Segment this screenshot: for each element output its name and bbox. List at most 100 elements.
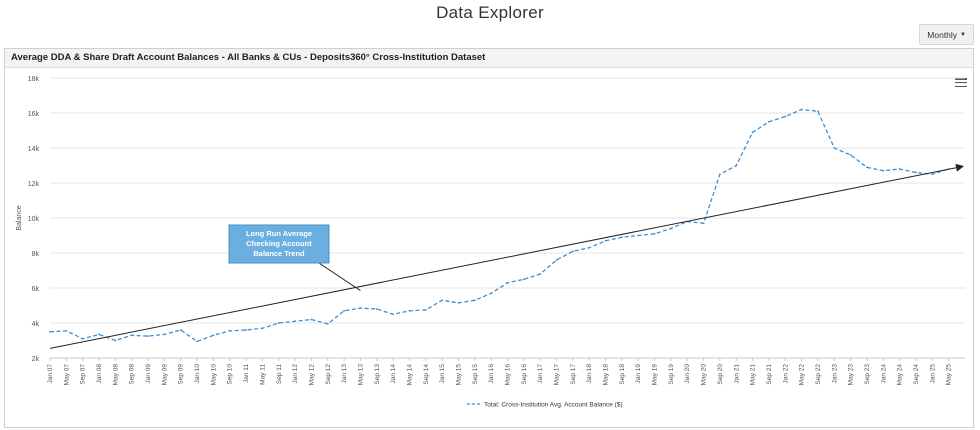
data-point [849, 154, 852, 156]
data-point [506, 281, 509, 284]
series-line [49, 108, 949, 343]
x-tick-label: Jan 24 [880, 364, 887, 384]
y-tick-label: 6k [32, 286, 40, 293]
data-point [653, 232, 656, 235]
x-tick-label: May 17 [554, 364, 561, 386]
x-tick-label: Jan 16 [488, 364, 495, 384]
data-point [130, 334, 133, 337]
x-tick-label: Sep 09 [178, 364, 185, 385]
x-tick-label: Sep 07 [80, 364, 87, 385]
data-point [424, 308, 427, 311]
x-tick-label: Jan 23 [831, 364, 838, 384]
x-tick-label: Sep 18 [619, 364, 626, 385]
data-point [555, 259, 558, 261]
x-tick-label: May 09 [161, 364, 168, 386]
x-tick-label: May 23 [848, 364, 855, 386]
trendline [49, 163, 964, 349]
x-tick-label: Jan 08 [96, 364, 103, 384]
x-tick-label: Sep 19 [668, 364, 675, 385]
data-point [784, 115, 787, 118]
y-axis-label: Balance [16, 205, 23, 230]
data-point [228, 329, 231, 332]
data-point [604, 239, 607, 242]
x-tick-label: Sep 12 [325, 364, 332, 385]
data-point [866, 166, 868, 169]
x-tick-label: Jan 20 [684, 364, 691, 384]
data-point [65, 329, 68, 332]
x-tick-label: Sep 10 [227, 364, 234, 385]
data-point [931, 173, 934, 176]
data-point [245, 329, 247, 331]
x-tick-label: May 16 [505, 364, 512, 386]
x-tick-label: Jan 10 [194, 364, 201, 384]
x-tick-label: Jan 11 [243, 364, 250, 383]
data-point [326, 322, 329, 325]
x-tick-label: May 18 [603, 364, 610, 386]
x-tick-label: Sep 20 [717, 364, 724, 385]
data-point [898, 168, 901, 170]
x-tick-label: Sep 16 [521, 364, 528, 385]
annotation-text-line: Balance Trend [253, 249, 305, 258]
data-point [669, 227, 672, 230]
data-point [751, 131, 754, 134]
x-tick-label: Sep 08 [129, 364, 136, 385]
data-point [473, 299, 476, 302]
x-tick-label: May 11 [259, 364, 266, 385]
data-point [768, 120, 770, 123]
data-point [800, 108, 803, 111]
data-point [620, 236, 623, 239]
data-point [359, 307, 362, 310]
y-tick-label: 10k [28, 216, 40, 223]
x-tick-label: May 25 [946, 364, 953, 386]
x-tick-label: Jan 25 [929, 364, 936, 384]
x-tick-label: Sep 17 [570, 364, 577, 385]
data-point [392, 313, 395, 316]
x-tick-label: Sep 13 [374, 364, 381, 385]
x-tick-label: May 08 [112, 364, 119, 386]
x-tick-label: May 19 [652, 364, 659, 386]
y-tick-label: 16k [28, 111, 40, 118]
data-point [81, 337, 84, 340]
data-point [294, 320, 296, 323]
data-point [196, 340, 198, 343]
data-point [522, 278, 525, 281]
x-tick-label: Jan 17 [537, 364, 544, 384]
data-point [915, 171, 917, 174]
x-tick-label: May 10 [210, 364, 217, 386]
y-tick-label: 12k [28, 181, 40, 188]
x-tick-label: Sep 21 [766, 364, 773, 385]
data-point [735, 164, 738, 167]
x-tick-label: May 24 [897, 364, 904, 386]
data-point [261, 327, 264, 330]
data-point [375, 308, 378, 310]
data-point [441, 299, 444, 302]
data-point [408, 309, 411, 312]
x-tick-label: Jan 19 [635, 364, 642, 384]
y-tick-label: 4k [32, 321, 40, 328]
y-tick-label: 8k [32, 251, 40, 258]
line-chart: 2k 4k 6k 8k 10k 12k 14k 16k 18k Balance Jan 07 May … [16, 76, 965, 409]
x-tick-label: Sep 24 [913, 364, 920, 385]
annotation-text-line: Long Run Average [246, 229, 312, 238]
data-point [702, 222, 705, 225]
data-point [719, 173, 721, 176]
x-tick-label: Jan 18 [586, 364, 593, 384]
data-point [343, 309, 346, 312]
annotation-pointer [318, 262, 361, 292]
x-tick-label: May 14 [406, 364, 413, 386]
y-tick-label: 18k [28, 76, 40, 83]
x-tick-label: Jan 15 [439, 364, 446, 384]
x-tick-label: May 15 [455, 364, 462, 386]
x-tick-label: Sep 14 [423, 364, 430, 385]
data-point [457, 301, 460, 304]
x-tick-label: Jan 07 [47, 364, 54, 384]
data-point [571, 250, 574, 253]
data-point [179, 329, 182, 331]
y-tick-label: 14k [28, 146, 40, 153]
data-point [212, 334, 215, 337]
x-tick-label: Jan 09 [145, 364, 152, 384]
data-point [882, 169, 885, 172]
x-tick-label: Jan 21 [733, 364, 740, 384]
data-point [147, 335, 149, 338]
data-point [49, 330, 51, 333]
